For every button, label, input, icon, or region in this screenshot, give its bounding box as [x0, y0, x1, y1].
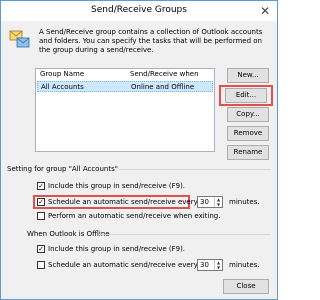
dialog-description: A Send/Receive group contains a collecti… — [39, 28, 263, 54]
offline-schedule-minutes-spinner[interactable]: 30 ▲ ▼ — [197, 259, 223, 271]
setting-group-title: Setting for group "All Accounts" — [7, 165, 118, 173]
offline-schedule-unit-label: minutes. — [229, 261, 260, 269]
offline-group-divider — [99, 234, 271, 235]
setting-group-divider — [119, 169, 271, 170]
close-window-icon[interactable]: ✕ — [257, 3, 273, 19]
spin-arrows-icon[interactable]: ▲ ▼ — [214, 197, 222, 207]
column-header-send-receive-when[interactable]: Send/Receive when — [130, 70, 199, 78]
schedule-label[interactable]: Schedule an automatic send/receive every — [48, 198, 198, 206]
list-header: Group Name Send/Receive when — [36, 69, 214, 80]
checkmark-icon: ✓ — [38, 198, 44, 206]
rename-button[interactable]: Rename — [227, 145, 269, 160]
checkmark-icon: ✓ — [38, 245, 44, 253]
group-name-cell: All Accounts — [41, 83, 84, 91]
offline-group-title: When Outlook is Offline — [27, 230, 110, 238]
exit-send-receive-label[interactable]: Perform an automatic send/receive when e… — [48, 212, 220, 220]
offline-include-checkbox[interactable]: ✓ — [37, 245, 45, 253]
offline-include-label[interactable]: Include this group in send/receive (F9). — [48, 245, 185, 253]
window-title: Send/Receive Groups — [91, 5, 187, 15]
checkmark-icon: ✓ — [38, 182, 44, 190]
send-receive-groups-list[interactable]: Group Name Send/Receive when All Account… — [35, 68, 215, 152]
new-button[interactable]: New... — [227, 68, 269, 83]
close-button[interactable]: Close — [223, 279, 269, 294]
title-bar: Send/Receive Groups ✕ — [1, 1, 277, 21]
copy-button[interactable]: Copy... — [227, 107, 269, 122]
include-group-checkbox[interactable]: ✓ — [37, 182, 45, 190]
send-receive-groups-dialog: Send/Receive Groups ✕ A Send/Receive gro… — [0, 0, 278, 300]
column-header-group-name[interactable]: Group Name — [40, 70, 84, 78]
offline-schedule-minutes-value: 30 — [200, 261, 209, 269]
schedule-unit-label: minutes. — [229, 198, 260, 206]
edit-button[interactable]: Edit... — [225, 88, 267, 103]
offline-schedule-label[interactable]: Schedule an automatic send/receive every — [48, 261, 198, 269]
send-receive-icon — [9, 29, 31, 49]
spin-arrows-icon[interactable]: ▲ ▼ — [214, 260, 222, 270]
schedule-minutes-value: 30 — [200, 198, 209, 206]
remove-button[interactable]: Remove — [227, 126, 269, 141]
exit-send-receive-checkbox[interactable] — [37, 212, 45, 220]
schedule-checkbox[interactable]: ✓ — [37, 198, 45, 206]
include-group-label[interactable]: Include this group in send/receive (F9). — [48, 182, 185, 190]
send-receive-when-cell: Online and Offline — [131, 83, 195, 91]
schedule-minutes-spinner[interactable]: 30 ▲ ▼ — [197, 196, 223, 208]
offline-schedule-checkbox[interactable] — [37, 261, 45, 269]
list-item[interactable]: All Accounts Online and Offline — [37, 81, 213, 92]
